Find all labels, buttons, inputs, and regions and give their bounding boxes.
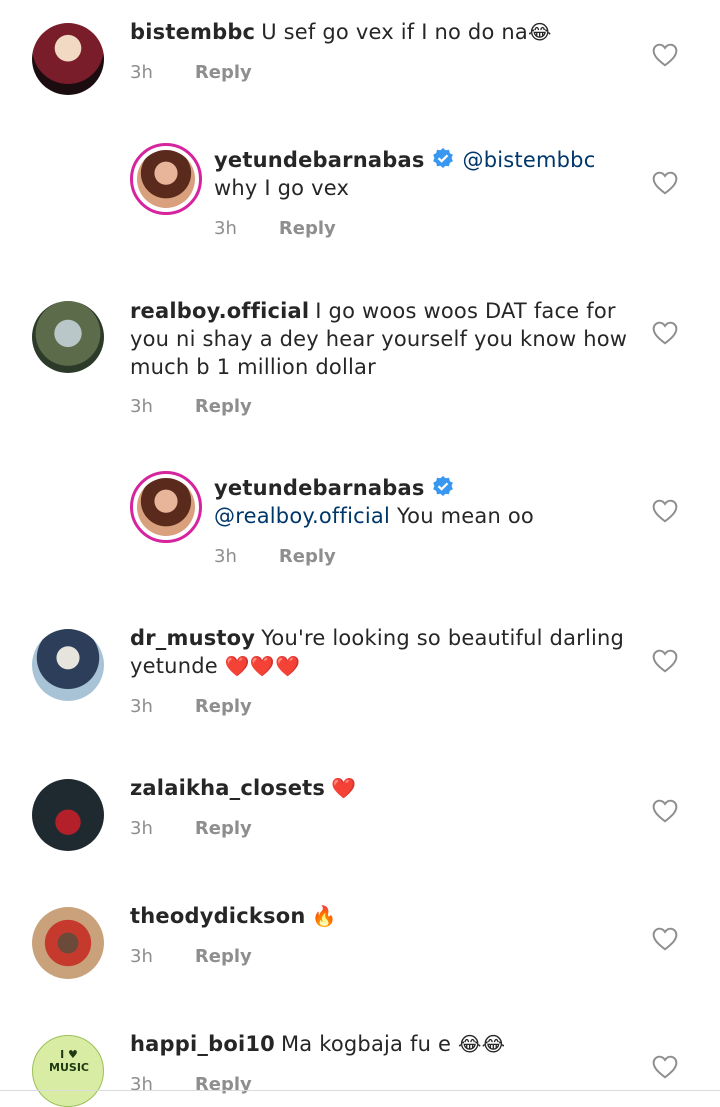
avatar[interactable] xyxy=(130,143,202,215)
comment-username[interactable]: happi_boi10 xyxy=(130,1032,275,1056)
avatar[interactable] xyxy=(32,629,104,701)
comment-time: 3h xyxy=(214,546,237,567)
emoji-hearts: ❤️❤️❤️ xyxy=(224,654,301,678)
heart-icon[interactable] xyxy=(652,171,678,195)
comment-text: You mean oo xyxy=(396,504,534,528)
reply-button[interactable]: Reply xyxy=(279,218,336,239)
emoji-laugh: 😂😂 xyxy=(458,1032,506,1056)
avatar[interactable] xyxy=(32,23,104,95)
comment-username[interactable]: yetundebarnabas xyxy=(214,476,425,500)
reply-button[interactable]: Reply xyxy=(195,818,252,839)
heart-icon[interactable] xyxy=(652,1055,678,1079)
emoji-heart: ❤️ xyxy=(331,776,357,800)
mention-link[interactable]: @bistembbc xyxy=(463,148,596,172)
avatar[interactable] xyxy=(130,471,202,543)
comment-username[interactable]: bistembbc xyxy=(130,20,255,44)
reply-button[interactable]: Reply xyxy=(195,1074,252,1095)
comment-time: 3h xyxy=(214,218,237,239)
heart-icon[interactable] xyxy=(652,927,678,951)
reply-button[interactable]: Reply xyxy=(195,946,252,967)
verified-badge-icon xyxy=(432,476,453,496)
comment-text: U sef go vex if I no do na xyxy=(261,20,528,44)
comment-time: 3h xyxy=(130,946,153,967)
heart-icon[interactable] xyxy=(652,649,678,673)
heart-icon[interactable] xyxy=(652,43,678,67)
comment-time: 3h xyxy=(130,818,153,839)
comment-text: Ma kogbaja fu e xyxy=(280,1032,452,1056)
comment-username[interactable]: realboy.official xyxy=(130,299,309,323)
comment-time: 3h xyxy=(130,1074,153,1095)
comment-username[interactable]: zalaikha_closets xyxy=(130,776,325,800)
comment-username[interactable]: theodydickson xyxy=(130,904,306,928)
avatar[interactable] xyxy=(32,301,104,373)
avatar[interactable]: I ♥ MUSIC xyxy=(32,1035,104,1107)
avatar[interactable] xyxy=(32,907,104,979)
emoji-fire: 🔥 xyxy=(311,904,337,928)
reply-button[interactable]: Reply xyxy=(195,396,252,417)
heart-icon[interactable] xyxy=(652,321,678,345)
verified-badge-icon xyxy=(432,148,453,168)
comment-text: why I go vex xyxy=(214,176,350,200)
reply-button[interactable]: Reply xyxy=(279,546,336,567)
reply-button[interactable]: Reply xyxy=(195,62,252,83)
heart-icon[interactable] xyxy=(652,499,678,523)
comment-time: 3h xyxy=(130,62,153,83)
mention-link[interactable]: @realboy.official xyxy=(214,504,390,528)
comment-time: 3h xyxy=(130,696,153,717)
bottom-divider xyxy=(0,1090,720,1091)
avatar[interactable] xyxy=(32,779,104,851)
heart-icon[interactable] xyxy=(652,799,678,823)
comment-username[interactable]: dr_mustoy xyxy=(130,626,255,650)
comment-username[interactable]: yetundebarnabas xyxy=(214,148,425,172)
avatar-label: I ♥ MUSIC xyxy=(49,1048,89,1074)
reply-button[interactable]: Reply xyxy=(195,696,252,717)
emoji-laugh: 😂 xyxy=(527,20,552,44)
comment-time: 3h xyxy=(130,396,153,417)
